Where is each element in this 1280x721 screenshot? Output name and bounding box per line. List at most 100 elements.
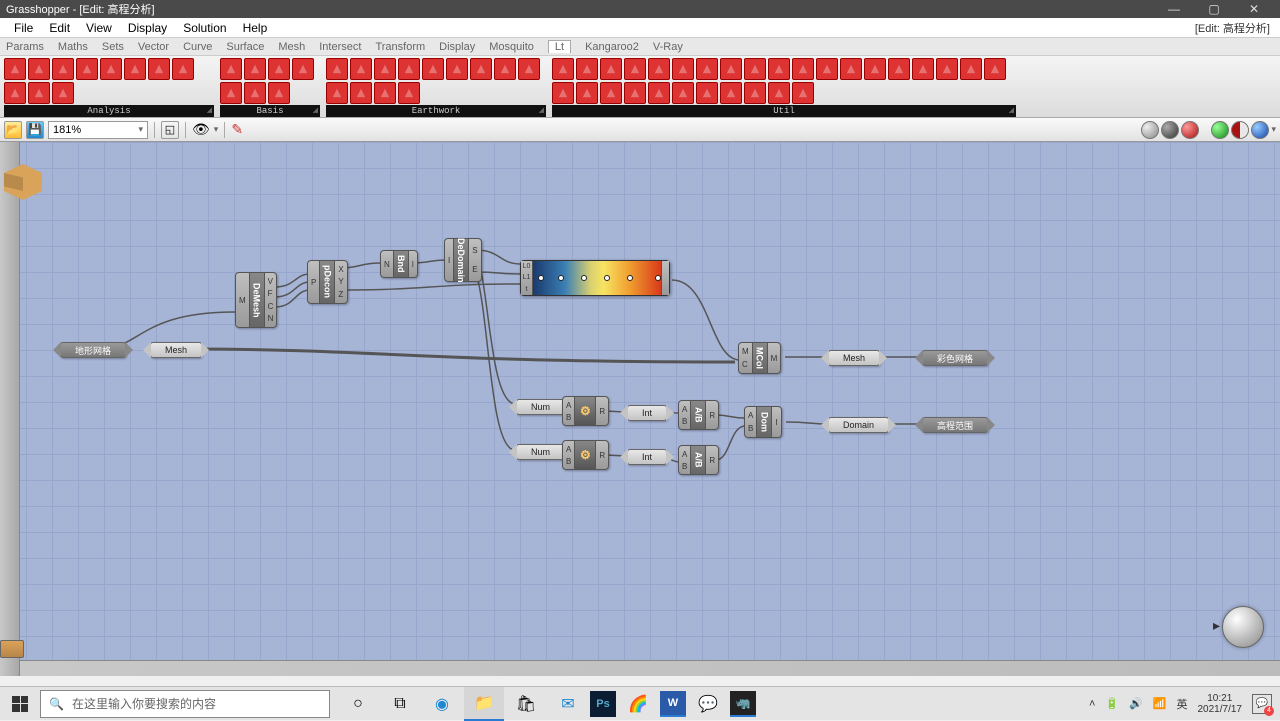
component-dedomain[interactable]: I DeDomain SE bbox=[444, 238, 482, 282]
ribbon-label-earthwork[interactable]: Earthwork bbox=[326, 105, 546, 117]
sketch-tool-icon[interactable]: ✎ bbox=[231, 121, 243, 138]
ribbon-tool-icon[interactable] bbox=[326, 82, 348, 104]
component-ab-1[interactable]: AB A/B R bbox=[678, 400, 719, 430]
tray-battery-icon[interactable]: 🔋 bbox=[1105, 697, 1119, 710]
taskbar-edge-icon[interactable]: ◉ bbox=[422, 687, 462, 721]
preview-selected[interactable] bbox=[1231, 121, 1249, 139]
param-mesh[interactable]: Mesh bbox=[150, 342, 202, 358]
param-int-2[interactable]: Int bbox=[627, 449, 667, 465]
tab-kangaroo2[interactable]: Kangaroo2 bbox=[585, 41, 639, 53]
component-mcol[interactable]: MC MCol M bbox=[738, 342, 781, 374]
param-num-2[interactable]: Num bbox=[516, 444, 565, 460]
minimize-button[interactable]: — bbox=[1154, 0, 1194, 18]
ribbon-tool-icon[interactable] bbox=[76, 58, 98, 80]
ribbon-tool-icon[interactable] bbox=[672, 82, 694, 104]
tray-clock[interactable]: 10:21 2021/7/17 bbox=[1198, 693, 1243, 715]
ribbon-label-util[interactable]: Util bbox=[552, 105, 1016, 117]
ribbon-tool-icon[interactable] bbox=[984, 58, 1006, 80]
preview-toggle-icon[interactable]: 👁 bbox=[192, 121, 210, 138]
ribbon-tool-icon[interactable] bbox=[912, 58, 934, 80]
ribbon-tool-icon[interactable] bbox=[470, 58, 492, 80]
taskbar-taskview-icon[interactable]: ⧉ bbox=[380, 687, 420, 721]
param-domain-result-cn[interactable]: 高程范围 bbox=[922, 417, 988, 433]
ribbon-tool-icon[interactable] bbox=[446, 58, 468, 80]
ribbon-tool-icon[interactable] bbox=[28, 82, 50, 104]
ribbon-tool-icon[interactable] bbox=[518, 58, 540, 80]
tray-wifi-icon[interactable]: 📶 bbox=[1153, 697, 1167, 710]
taskbar-explorer-icon[interactable]: 📁 bbox=[464, 687, 504, 721]
taskbar-word-icon[interactable]: W bbox=[660, 691, 686, 717]
tab-intersect[interactable]: Intersect bbox=[319, 41, 361, 53]
gradient-stop-handle[interactable] bbox=[604, 275, 610, 281]
ribbon-tool-icon[interactable] bbox=[4, 58, 26, 80]
taskbar-chrome-icon[interactable]: 🌈 bbox=[618, 687, 658, 721]
ribbon-tool-icon[interactable] bbox=[768, 58, 790, 80]
ribbon-tool-icon[interactable] bbox=[100, 58, 122, 80]
ribbon-tool-icon[interactable] bbox=[936, 58, 958, 80]
ribbon-tool-icon[interactable] bbox=[696, 82, 718, 104]
param-num-1[interactable]: Num bbox=[516, 399, 565, 415]
ribbon-tool-icon[interactable] bbox=[52, 82, 74, 104]
canvas-compass[interactable] bbox=[1222, 606, 1264, 648]
ribbon-tool-icon[interactable] bbox=[720, 82, 742, 104]
package-box-icon[interactable] bbox=[4, 164, 42, 200]
ribbon-tool-icon[interactable] bbox=[244, 82, 266, 104]
tab-sets[interactable]: Sets bbox=[102, 41, 124, 53]
ribbon-tool-icon[interactable] bbox=[840, 58, 862, 80]
gradient-stop-handle[interactable] bbox=[538, 275, 544, 281]
ribbon-tool-icon[interactable] bbox=[792, 82, 814, 104]
taskbar-mail-icon[interactable]: ✉ bbox=[548, 687, 588, 721]
ribbon-tool-icon[interactable] bbox=[816, 58, 838, 80]
ribbon-tool-icon[interactable] bbox=[148, 58, 170, 80]
ribbon-tool-icon[interactable] bbox=[52, 58, 74, 80]
component-pdecon[interactable]: P pDecon XYZ bbox=[307, 260, 348, 304]
tab-vector[interactable]: Vector bbox=[138, 41, 169, 53]
ribbon-tool-icon[interactable] bbox=[398, 58, 420, 80]
ribbon-tool-icon[interactable] bbox=[220, 58, 242, 80]
tab-mesh[interactable]: Mesh bbox=[278, 41, 305, 53]
param-int-1[interactable]: Int bbox=[627, 405, 667, 421]
close-button[interactable]: ✕ bbox=[1234, 0, 1274, 18]
ribbon-tool-icon[interactable] bbox=[720, 58, 742, 80]
ribbon-tool-icon[interactable] bbox=[792, 58, 814, 80]
zoom-input[interactable]: 181% bbox=[48, 121, 148, 139]
ribbon-tool-icon[interactable] bbox=[552, 82, 574, 104]
ribbon-tool-icon[interactable] bbox=[672, 58, 694, 80]
gradient-stop-handle[interactable] bbox=[558, 275, 564, 281]
ribbon-label-basis[interactable]: Basis bbox=[220, 105, 320, 117]
ribbon-tool-icon[interactable] bbox=[600, 82, 622, 104]
component-demesh[interactable]: M DeMesh VFCN bbox=[235, 272, 277, 328]
taskbar-cortana-icon[interactable]: ○ bbox=[338, 687, 378, 721]
tab-mosquito[interactable]: Mosquito bbox=[489, 41, 534, 53]
save-file-button[interactable]: 💾 bbox=[26, 121, 44, 139]
component-dom[interactable]: AB Dom I bbox=[744, 406, 782, 438]
taskbar-search-input[interactable]: 🔍 在这里输入你要搜索的内容 bbox=[40, 690, 330, 718]
ribbon-tool-icon[interactable] bbox=[350, 82, 372, 104]
display-mode-grey[interactable] bbox=[1141, 121, 1159, 139]
ribbon-tool-icon[interactable] bbox=[374, 58, 396, 80]
tab-params[interactable]: Params bbox=[6, 41, 44, 53]
ribbon-tool-icon[interactable] bbox=[268, 82, 290, 104]
maximize-button[interactable]: ▢ bbox=[1194, 0, 1234, 18]
open-file-button[interactable]: 📂 bbox=[4, 121, 22, 139]
ribbon-tool-icon[interactable] bbox=[696, 58, 718, 80]
display-mode-shaded[interactable] bbox=[1181, 121, 1199, 139]
ribbon-tool-icon[interactable] bbox=[124, 58, 146, 80]
preview-mesh[interactable] bbox=[1251, 121, 1269, 139]
canvas-drawer-icon[interactable] bbox=[0, 640, 24, 658]
ribbon-tool-icon[interactable] bbox=[4, 82, 26, 104]
component-gradient[interactable]: L0 L1 t bbox=[520, 260, 670, 296]
ribbon-tool-icon[interactable] bbox=[864, 58, 886, 80]
ribbon-tool-icon[interactable] bbox=[422, 58, 444, 80]
ribbon-tool-icon[interactable] bbox=[600, 58, 622, 80]
ribbon-label-analysis[interactable]: Analysis bbox=[4, 105, 214, 117]
taskbar-photoshop-icon[interactable]: Ps bbox=[590, 691, 616, 717]
ribbon-tool-icon[interactable] bbox=[350, 58, 372, 80]
tab-surface[interactable]: Surface bbox=[226, 41, 264, 53]
ribbon-tool-icon[interactable] bbox=[244, 58, 266, 80]
tab-transform[interactable]: Transform bbox=[375, 41, 425, 53]
tray-volume-icon[interactable]: 🔊 bbox=[1129, 697, 1143, 710]
menu-display[interactable]: Display bbox=[120, 19, 175, 37]
ribbon-tool-icon[interactable] bbox=[268, 58, 290, 80]
ribbon-tool-icon[interactable] bbox=[960, 58, 982, 80]
